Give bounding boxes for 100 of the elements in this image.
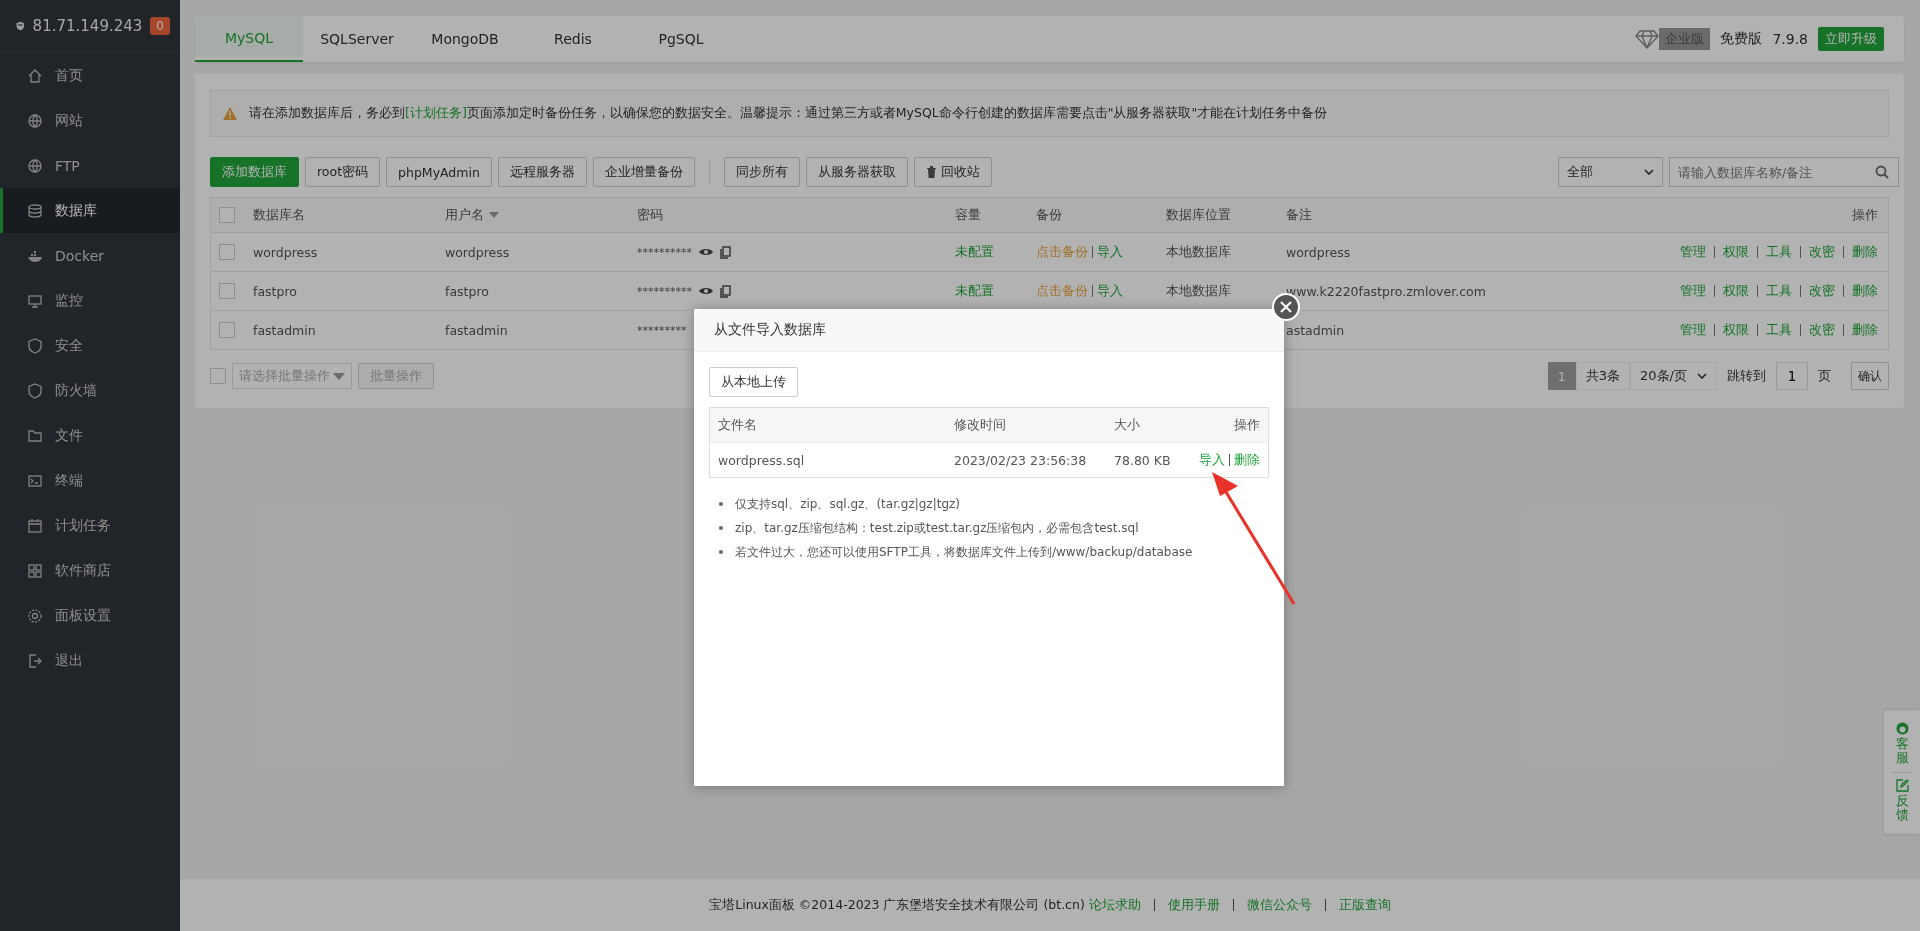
table-cell: www.k2220fastpro.zmlover.com	[1286, 283, 1486, 299]
row-action-link[interactable]: 工具	[1766, 243, 1792, 259]
total-count: 共3条	[1575, 362, 1631, 390]
file-action-link[interactable]: 删除	[1234, 451, 1260, 467]
toolbar-button[interactable]: phpMyAdmin	[386, 157, 492, 187]
dialog-title: 从文件导入数据库	[714, 321, 826, 339]
footer-link[interactable]: 论坛求助	[1088, 896, 1141, 914]
row-action-link[interactable]: 删除	[1852, 321, 1878, 337]
toolbar-button[interactable]: 远程服务器	[497, 157, 587, 187]
row-action-link[interactable]: 管理	[1680, 282, 1706, 298]
table-cell: 78.80 KB	[1114, 452, 1171, 468]
copy-icon[interactable]	[720, 284, 731, 298]
globe-icon	[27, 157, 43, 174]
monitor-icon	[27, 292, 43, 309]
row-checkbox[interactable]	[219, 322, 235, 339]
copyright-text: 宝塔Linux面板 ©2014-2023 广东堡塔安全技术有限公司 (bt.cn)	[709, 896, 1085, 914]
side-float-button[interactable]: 反馈	[1895, 778, 1909, 823]
row-action-link[interactable]: 工具	[1766, 321, 1792, 337]
database-tab[interactable]: PgSQL	[627, 16, 735, 62]
shield-icon	[27, 337, 43, 354]
recycle-bin-button[interactable]: 回收站	[913, 157, 992, 187]
sidebar-item[interactable]: 计划任务	[0, 503, 180, 548]
row-action-link[interactable]: 权限	[1723, 282, 1749, 298]
sidebar-item[interactable]: 监控	[0, 278, 180, 323]
table-cell: fastpro	[445, 283, 489, 299]
row-action-link[interactable]: 改密	[1809, 243, 1835, 259]
footer-link[interactable]: 正版查询	[1338, 896, 1391, 914]
filter-dropdown[interactable]: 全部	[1558, 157, 1663, 187]
select-all-checkbox[interactable]	[219, 207, 235, 224]
column-header: 文件名	[718, 416, 757, 432]
sidebar-item[interactable]: FTP	[0, 143, 180, 188]
add-database-button[interactable]: 添加数据库	[210, 157, 299, 187]
eye-icon[interactable]	[699, 286, 713, 296]
sidebar-item[interactable]: 防火墙	[0, 368, 180, 413]
row-checkbox[interactable]	[219, 283, 235, 300]
row-action-link[interactable]: 管理	[1680, 321, 1706, 337]
database-tab[interactable]: SQLServer	[303, 16, 411, 62]
confirm-button[interactable]: 确认	[1851, 362, 1889, 390]
notification-count[interactable]: 0	[150, 17, 170, 35]
file-action-link[interactable]: 导入	[1199, 451, 1225, 467]
toolbar-button[interactable]: 从服务器获取	[805, 157, 908, 187]
diamond-icon	[1635, 29, 1660, 49]
column-header: 密码	[637, 206, 663, 224]
row-action-link[interactable]: 删除	[1852, 243, 1878, 259]
warning-icon	[223, 107, 237, 120]
sidebar-item[interactable]: 退出	[0, 638, 180, 683]
row-action-link[interactable]: 管理	[1680, 243, 1706, 259]
house-icon	[27, 67, 43, 84]
cron-task-link[interactable]: [计划任务]	[405, 105, 467, 120]
row-action-link[interactable]: 删除	[1852, 282, 1878, 298]
database-tab[interactable]: MySQL	[195, 16, 303, 62]
side-float-button[interactable]: 客服	[1895, 722, 1909, 766]
column-header: 用户名	[445, 206, 484, 224]
masked-password: **********	[637, 245, 692, 259]
row-action-link[interactable]: 改密	[1809, 321, 1835, 337]
sidebar-item[interactable]: 文件	[0, 413, 180, 458]
server-address: 81.71.149.243	[32, 17, 143, 35]
import-link[interactable]: 导入	[1097, 243, 1123, 259]
globe-icon	[27, 112, 43, 129]
table-cell: 2023/02/23 23:56:38	[954, 452, 1087, 468]
sidebar-item[interactable]: 网站	[0, 98, 180, 143]
backup-link[interactable]: 点击备份	[1036, 243, 1088, 259]
sidebar-item[interactable]: 数据库	[0, 188, 180, 233]
backup-link[interactable]: 点击备份	[1036, 282, 1088, 298]
upgrade-button[interactable]: 立即升级	[1818, 27, 1884, 51]
search-field[interactable]: 请输入数据库名称/备注	[1669, 157, 1899, 187]
edition-label: 免费版	[1720, 30, 1763, 48]
page-unit-label: 页	[1818, 367, 1831, 385]
database-tab[interactable]: MongoDB	[411, 16, 519, 62]
footer-link[interactable]: 使用手册	[1167, 896, 1220, 914]
sidebar-item[interactable]: 面板设置	[0, 593, 180, 638]
database-tab[interactable]: Redis	[519, 16, 627, 62]
sidebar-item[interactable]: Docker	[0, 233, 180, 278]
edit-icon	[1895, 778, 1909, 792]
toolbar-button[interactable]: root密码	[305, 157, 381, 187]
eye-icon[interactable]	[699, 247, 713, 257]
page-size-dropdown[interactable]: 20条/页	[1630, 362, 1717, 390]
page-number[interactable]: 1	[1547, 362, 1576, 390]
grid-icon	[27, 562, 43, 579]
footer-link[interactable]: 微信公众号	[1246, 896, 1312, 914]
sort-caret-icon[interactable]	[489, 212, 499, 218]
sidebar-item[interactable]: 首页	[0, 53, 180, 98]
upload-button[interactable]: 从本地上传	[709, 367, 798, 397]
row-action-link[interactable]: 改密	[1809, 282, 1835, 298]
toolbar-button[interactable]: 同步所有	[723, 157, 800, 187]
import-link[interactable]: 导入	[1097, 282, 1123, 298]
page-input[interactable]: 1	[1776, 362, 1808, 390]
row-action-link[interactable]: 权限	[1723, 243, 1749, 259]
masked-password: **********	[637, 284, 692, 298]
sidebar-item[interactable]: 软件商店	[0, 548, 180, 593]
folder-icon	[27, 427, 43, 444]
row-action-link[interactable]: 权限	[1723, 321, 1749, 337]
row-checkbox[interactable]	[219, 244, 235, 261]
terminal-icon	[27, 472, 43, 489]
copy-icon[interactable]	[720, 245, 731, 259]
column-header: 操作	[1234, 416, 1260, 432]
sidebar-item[interactable]: 安全	[0, 323, 180, 368]
toolbar-button[interactable]: 企业增量备份	[592, 157, 695, 187]
sidebar-item[interactable]: 终端	[0, 458, 180, 503]
row-action-link[interactable]: 工具	[1766, 282, 1792, 298]
